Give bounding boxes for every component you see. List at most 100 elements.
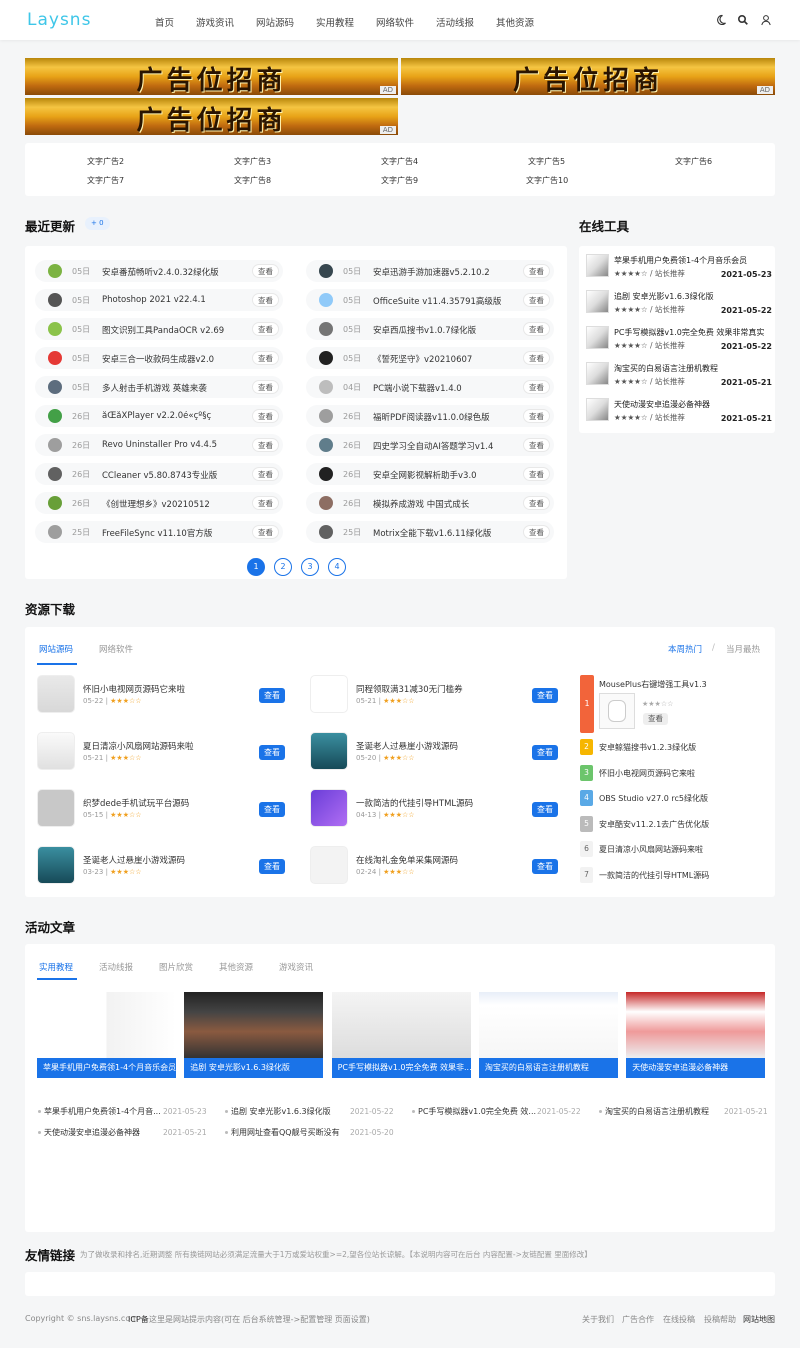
tab-pictures[interactable]: 图片欣赏 bbox=[159, 961, 193, 973]
tool-name[interactable]: 天使动漫安卓追漫必备神器 bbox=[614, 399, 710, 410]
list-item[interactable]: 26日 模拟养成游戏 中国式成长 查看 bbox=[306, 492, 554, 514]
footer-submit[interactable]: 在线投稿 bbox=[663, 1314, 695, 1325]
rank-item[interactable]: 5 安卓酷安v11.2.1去广告优化版 bbox=[580, 815, 760, 836]
update-name[interactable]: 福昕PDF阅读器v11.0.0绿色版 bbox=[373, 411, 490, 423]
tool-item[interactable]: PC手写模拟器v1.0完全免费 效果非常真实 ★★★★☆ / 站长推荐 2021-0… bbox=[586, 326, 772, 358]
text-ad-link[interactable]: 文字广告4 bbox=[381, 156, 418, 167]
list-item[interactable]: 05日 安卓西瓜搜书v1.0.7绿化版 查看 bbox=[306, 318, 554, 340]
footer-icp[interactable]: ICP备 bbox=[128, 1314, 149, 1325]
list-item[interactable]: 05日 图文识别工具PandaOCR v2.69 查看 bbox=[35, 318, 283, 340]
resource-item[interactable]: 同程领取满31减30无门槛券 05-21 | ★★★☆☆ 查看 bbox=[310, 675, 570, 715]
view-button[interactable]: 查看 bbox=[252, 496, 279, 510]
tool-item[interactable]: 追剧 安卓光影v1.6.3绿化版 ★★★★☆ / 站长推荐 2021-05-22 bbox=[586, 290, 772, 322]
view-button[interactable]: 查看 bbox=[523, 467, 550, 481]
article-caption[interactable]: 天使动漫安卓追漫必备神器 bbox=[626, 1058, 766, 1078]
rank-top-name[interactable]: MousePlus右键增强工具v1.3 bbox=[599, 679, 707, 690]
update-name[interactable]: 《创世理想乡》v20210512 bbox=[102, 498, 210, 510]
nav-activities[interactable]: 活动线报 bbox=[436, 15, 474, 29]
view-button[interactable]: 查看 bbox=[259, 859, 285, 874]
article-card[interactable]: 天使动漫安卓追漫必备神器 bbox=[626, 992, 766, 1078]
rank-item[interactable]: 3 怀旧小电视网页源码它来啦 bbox=[580, 764, 760, 785]
page-1-button[interactable]: 1 bbox=[247, 558, 265, 576]
footer-ad-coop[interactable]: 广告合作 bbox=[622, 1314, 654, 1325]
article-caption[interactable]: 追剧 安卓光影v1.6.3绿化版 bbox=[184, 1058, 324, 1078]
banner-ad-3[interactable]: 广告位招商 AD bbox=[25, 98, 398, 135]
update-name[interactable]: FreeFileSync v11.10官方版 bbox=[102, 527, 212, 539]
nav-tutorials[interactable]: 实用教程 bbox=[316, 15, 354, 29]
rank-top-view-button[interactable]: 查看 bbox=[643, 713, 668, 725]
text-ad-link[interactable]: 文字广告3 bbox=[234, 156, 271, 167]
list-item[interactable]: 26日 《创世理想乡》v20210512 查看 bbox=[35, 492, 283, 514]
text-ad-link[interactable]: 文字广告9 bbox=[381, 175, 418, 186]
update-name[interactable]: åŒåXPlayer v2.2.0é«çº§ç bbox=[102, 411, 211, 421]
search-icon[interactable] bbox=[737, 14, 749, 26]
text-ad-link[interactable]: 文字广告2 bbox=[87, 156, 124, 167]
view-button[interactable]: 查看 bbox=[252, 438, 279, 452]
list-item[interactable]: 05日 《誓死坚守》v20210607 查看 bbox=[306, 347, 554, 369]
footer-about[interactable]: 关于我们 bbox=[582, 1314, 614, 1325]
update-name[interactable]: CCleaner v5.80.8743专业版 bbox=[102, 469, 217, 481]
update-name[interactable]: 安卓迅游手游加速器v5.2.10.2 bbox=[373, 266, 490, 278]
resource-name[interactable]: 同程领取满31减30无门槛券 bbox=[356, 683, 463, 695]
rank-name[interactable]: 怀旧小电视网页源码它来啦 bbox=[599, 768, 695, 779]
page-3-button[interactable]: 3 bbox=[301, 558, 319, 576]
article-link[interactable]: 天使动漫安卓追漫必备神器 bbox=[44, 1127, 140, 1138]
tab-activities[interactable]: 活动线报 bbox=[99, 961, 133, 973]
update-name[interactable]: 图文识别工具PandaOCR v2.69 bbox=[102, 324, 224, 336]
view-button[interactable]: 查看 bbox=[523, 525, 550, 539]
list-item[interactable]: 26日 åŒåXPlayer v2.2.0é«çº§ç 查看 bbox=[35, 405, 283, 427]
resource-name[interactable]: 怀旧小电视网页源码它来啦 bbox=[83, 683, 185, 695]
view-button[interactable]: 查看 bbox=[252, 264, 279, 278]
update-name[interactable]: 四史学习全自动AI答题学习v1.4 bbox=[373, 440, 493, 452]
tool-item[interactable]: 苹果手机用户免费领1-4个月音乐会员 ★★★★☆ / 站长推荐 2021-05-23 bbox=[586, 254, 772, 286]
resource-name[interactable]: 一款简洁的代挂引导HTML源码 bbox=[356, 797, 473, 809]
page-4-button[interactable]: 4 bbox=[328, 558, 346, 576]
update-name[interactable]: 模拟养成游戏 中国式成长 bbox=[373, 498, 469, 510]
article-card[interactable]: 追剧 安卓光影v1.6.3绿化版 bbox=[184, 992, 324, 1078]
nav-game-news[interactable]: 游戏资讯 bbox=[196, 15, 234, 29]
resource-item[interactable]: 怀旧小电视网页源码它来啦 05-22 | ★★★☆☆ 查看 bbox=[37, 675, 297, 715]
view-button[interactable]: 查看 bbox=[523, 264, 550, 278]
view-button[interactable]: 查看 bbox=[252, 409, 279, 423]
article-link[interactable]: 淘宝买的白易语言注册机教程 bbox=[605, 1106, 709, 1117]
article-caption[interactable]: PC手写模拟器v1.0完全免费 效果非... bbox=[331, 1058, 471, 1078]
list-item[interactable]: 05日 多人射击手机游戏 英雄来袭 查看 bbox=[35, 376, 283, 398]
article-link[interactable]: 利用网址查看QQ靓号买断没有 bbox=[231, 1127, 340, 1138]
tab-monthly-hot[interactable]: 当月最热 bbox=[726, 643, 760, 655]
article-caption[interactable]: 淘宝买的白易语言注册机教程 bbox=[478, 1058, 618, 1078]
list-item[interactable]: 25日 Motrix全能下载v1.6.11绿化版 查看 bbox=[306, 521, 554, 543]
view-button[interactable]: 查看 bbox=[252, 293, 279, 307]
view-button[interactable]: 查看 bbox=[252, 380, 279, 394]
view-button[interactable]: 查看 bbox=[252, 525, 279, 539]
view-button[interactable]: 查看 bbox=[252, 351, 279, 365]
update-name[interactable]: PC端小说下载器v1.4.0 bbox=[373, 382, 462, 394]
resource-name[interactable]: 织梦dede手机试玩平台源码 bbox=[83, 797, 189, 809]
view-button[interactable]: 查看 bbox=[523, 351, 550, 365]
rank-name[interactable]: 安卓酷安v11.2.1去广告优化版 bbox=[599, 819, 709, 830]
article-link[interactable]: PC手写模拟器v1.0完全免费 效... bbox=[418, 1106, 536, 1117]
resource-name[interactable]: 夏日清凉小风扇网站源码来啦 bbox=[83, 740, 194, 752]
page-2-button[interactable]: 2 bbox=[274, 558, 292, 576]
tab-software[interactable]: 网络软件 bbox=[99, 643, 133, 655]
text-ad-link[interactable]: 文字广告10 bbox=[526, 175, 568, 186]
article-card[interactable]: PC手写模拟器v1.0完全免费 效果非... bbox=[331, 992, 471, 1078]
list-item[interactable]: 26日 安卓全网影视解析助手v3.0 查看 bbox=[306, 463, 554, 485]
site-logo[interactable]: Laysns bbox=[27, 10, 91, 30]
view-button[interactable]: 查看 bbox=[523, 322, 550, 336]
list-item[interactable]: 04日 PC端小说下载器v1.4.0 查看 bbox=[306, 376, 554, 398]
list-item[interactable]: 05日 安卓三合一收款码生成器v2.0 查看 bbox=[35, 347, 283, 369]
view-button[interactable]: 查看 bbox=[532, 859, 558, 874]
resource-item[interactable]: 圣诞老人过悬崖小游戏源码 03-23 | ★★★☆☆ 查看 bbox=[37, 846, 297, 886]
update-name[interactable]: 《誓死坚守》v20210607 bbox=[373, 353, 472, 365]
article-link[interactable]: 苹果手机用户免费领1-4个月音... bbox=[44, 1106, 161, 1117]
update-name[interactable]: Motrix全能下载v1.6.11绿化版 bbox=[373, 527, 491, 539]
rank-name[interactable]: 安卓鲸猫搜书v1.2.3绿化版 bbox=[599, 742, 696, 753]
view-button[interactable]: 查看 bbox=[532, 745, 558, 760]
view-button[interactable]: 查看 bbox=[259, 688, 285, 703]
view-button[interactable]: 查看 bbox=[523, 496, 550, 510]
resource-item[interactable]: 一款简洁的代挂引导HTML源码 04-13 | ★★★☆☆ 查看 bbox=[310, 789, 570, 829]
banner-ad-1[interactable]: 广告位招商 AD bbox=[25, 58, 398, 95]
article-link[interactable]: 追剧 安卓光影v1.6.3绿化版 bbox=[231, 1106, 331, 1117]
resource-name[interactable]: 圣诞老人过悬崖小游戏源码 bbox=[83, 854, 185, 866]
tool-name[interactable]: 苹果手机用户免费领1-4个月音乐会员 bbox=[614, 255, 747, 266]
